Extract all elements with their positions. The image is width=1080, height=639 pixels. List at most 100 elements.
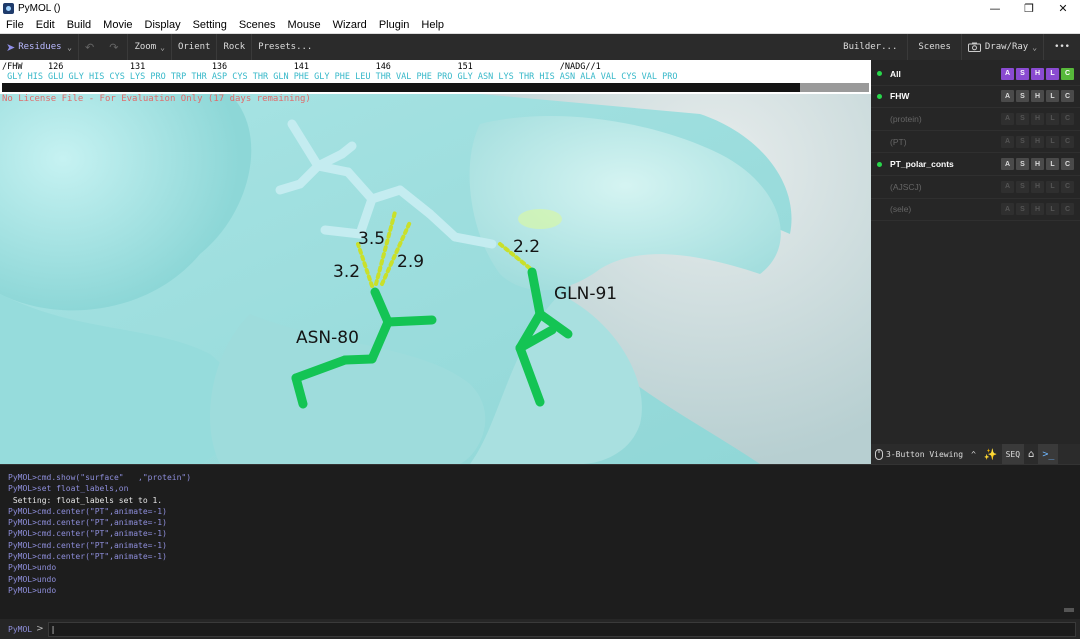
object-action-button[interactable]: C [1061, 158, 1074, 171]
seq-toggle-button[interactable]: SEQ [1001, 444, 1025, 464]
object-row[interactable]: All A S H L C [871, 63, 1080, 86]
object-action-button[interactable]: L [1046, 203, 1059, 216]
object-action-button[interactable]: A [1001, 180, 1014, 193]
object-name[interactable]: (AJSCJ) [890, 182, 999, 192]
object-action-button[interactable]: S [1016, 135, 1029, 148]
object-action-button[interactable]: L [1046, 67, 1059, 80]
scenes-button[interactable]: Scenes [907, 34, 961, 60]
object-action-button[interactable]: S [1016, 90, 1029, 103]
object-name[interactable]: (PT) [890, 137, 999, 147]
object-action-button[interactable]: A [1001, 158, 1014, 171]
object-action-button[interactable]: L [1046, 90, 1059, 103]
menu-bar: File Edit Build Movie Display Setting Sc… [0, 17, 1080, 34]
minimize-icon[interactable]: — [978, 0, 1012, 17]
object-action-button[interactable]: A [1001, 135, 1014, 148]
object-action-button[interactable]: C [1061, 203, 1074, 216]
object-action-button[interactable]: H [1031, 135, 1044, 148]
object-row[interactable]: FHW A S H L C [871, 86, 1080, 109]
menu-wizard[interactable]: Wizard [327, 19, 373, 31]
object-action-button[interactable]: A [1001, 67, 1014, 80]
terminal-icon: >_ [1042, 448, 1055, 460]
enabled-dot-icon [877, 161, 882, 167]
object-action-button[interactable]: H [1031, 90, 1044, 103]
enabled-dot-icon [877, 139, 882, 144]
object-action-button[interactable]: L [1046, 180, 1059, 193]
object-name[interactable]: All [890, 69, 999, 79]
object-action-button[interactable]: H [1031, 67, 1044, 80]
object-row[interactable]: (sele) A S H L C [871, 199, 1080, 222]
object-action-button[interactable]: H [1031, 203, 1044, 216]
menu-edit[interactable]: Edit [30, 19, 61, 31]
object-name[interactable]: PT_polar_conts [890, 159, 999, 169]
camera-icon [967, 42, 981, 52]
molecular-viewport[interactable]: No License File - For Evaluation Only (1… [0, 94, 871, 464]
rock-button[interactable]: Rock [216, 34, 251, 60]
object-name[interactable]: (sele) [890, 204, 999, 214]
toolbar: ➤ Residues ⌄ ↶ ↷ Zoom ⌄ Orient Rock Pres… [0, 34, 1080, 60]
chevron-down-icon: ⌄ [1032, 42, 1038, 52]
orient-button[interactable]: Orient [170, 34, 217, 60]
menu-movie[interactable]: Movie [97, 19, 138, 31]
object-action-button[interactable]: C [1061, 67, 1074, 80]
object-row[interactable]: (PT) A S H L C [871, 131, 1080, 154]
object-action-button[interactable]: H [1031, 180, 1044, 193]
console-scroll-handle[interactable] [1064, 608, 1074, 612]
presets-button[interactable]: Presets... [251, 34, 318, 60]
object-name[interactable]: (protein) [890, 114, 999, 124]
object-action-button[interactable]: C [1061, 90, 1074, 103]
mouse-mode-button[interactable]: 3-Button Viewing [871, 444, 967, 464]
object-action-button[interactable]: L [1046, 158, 1059, 171]
menu-mouse[interactable]: Mouse [282, 19, 327, 31]
object-action-button[interactable]: H [1031, 158, 1044, 171]
console-line: PyMOL>cmd.center("PT",animate=-1) [8, 529, 167, 539]
draw-ray-button[interactable]: Draw/Ray ⌄ [960, 34, 1043, 60]
collapse-caret-button[interactable]: ^ [967, 444, 980, 464]
menu-help[interactable]: Help [415, 19, 450, 31]
object-action-button[interactable]: A [1001, 112, 1014, 125]
menu-scenes[interactable]: Scenes [233, 19, 282, 31]
object-name[interactable]: FHW [890, 91, 999, 101]
redo-button[interactable]: ↷ [103, 34, 127, 60]
builder-button[interactable]: Builder... [837, 34, 907, 60]
object-row[interactable]: (AJSCJ) A S H L C [871, 176, 1080, 199]
sequence-scrollbar-thumb[interactable] [2, 83, 800, 92]
object-action-button[interactable]: C [1061, 180, 1074, 193]
object-row[interactable]: PT_polar_conts A S H L C [871, 153, 1080, 176]
object-action-button[interactable]: H [1031, 112, 1044, 125]
console-line: PyMOL>undo [8, 563, 57, 573]
menu-display[interactable]: Display [139, 19, 187, 31]
sequence-residues[interactable]: GLY HIS GLU GLY HIS CYS LYS PRO TRP THR … [2, 72, 677, 82]
object-action-button[interactable]: A [1001, 90, 1014, 103]
undo-button[interactable]: ↶ [78, 34, 103, 60]
object-action-button[interactable]: A [1001, 203, 1014, 216]
license-warning: No License File - For Evaluation Only (1… [2, 94, 311, 104]
object-action-button[interactable]: C [1061, 135, 1074, 148]
wizard-button[interactable]: ✨ [980, 444, 1002, 464]
menu-build[interactable]: Build [61, 19, 97, 31]
console-toggle-button[interactable]: >_ [1038, 444, 1059, 464]
sequence-viewer[interactable]: /FHW 126 131 136 141 146 151 /NADG//1 GL… [0, 60, 871, 94]
object-action-button[interactable]: S [1016, 67, 1029, 80]
object-row[interactable]: (protein) A S H L C [871, 108, 1080, 131]
prompt-chevron: > [36, 624, 44, 634]
menu-file[interactable]: File [0, 19, 30, 31]
maximize-icon[interactable]: ❐ [1012, 0, 1046, 17]
selection-mode-dropdown[interactable]: ➤ Residues ⌄ [0, 34, 78, 60]
object-action-button[interactable]: L [1046, 135, 1059, 148]
menu-setting[interactable]: Setting [187, 19, 233, 31]
enabled-dot-icon [877, 184, 882, 189]
object-action-button[interactable]: L [1046, 112, 1059, 125]
prompt-label: PyMOL [8, 624, 33, 634]
panel-button[interactable]: ⌂ [1024, 444, 1038, 464]
object-action-button[interactable]: S [1016, 180, 1029, 193]
object-action-button[interactable]: S [1016, 112, 1029, 125]
command-input[interactable] [47, 621, 1076, 637]
close-icon[interactable]: ✕ [1046, 0, 1080, 17]
menu-plugin[interactable]: Plugin [373, 19, 416, 31]
magic-wand-icon: ✨ [983, 447, 998, 461]
zoom-button[interactable]: Zoom ⌄ [127, 34, 171, 60]
more-options-button[interactable]: ••• [1043, 34, 1080, 60]
object-action-button[interactable]: S [1016, 203, 1029, 216]
object-action-button[interactable]: S [1016, 158, 1029, 171]
object-action-button[interactable]: C [1061, 112, 1074, 125]
